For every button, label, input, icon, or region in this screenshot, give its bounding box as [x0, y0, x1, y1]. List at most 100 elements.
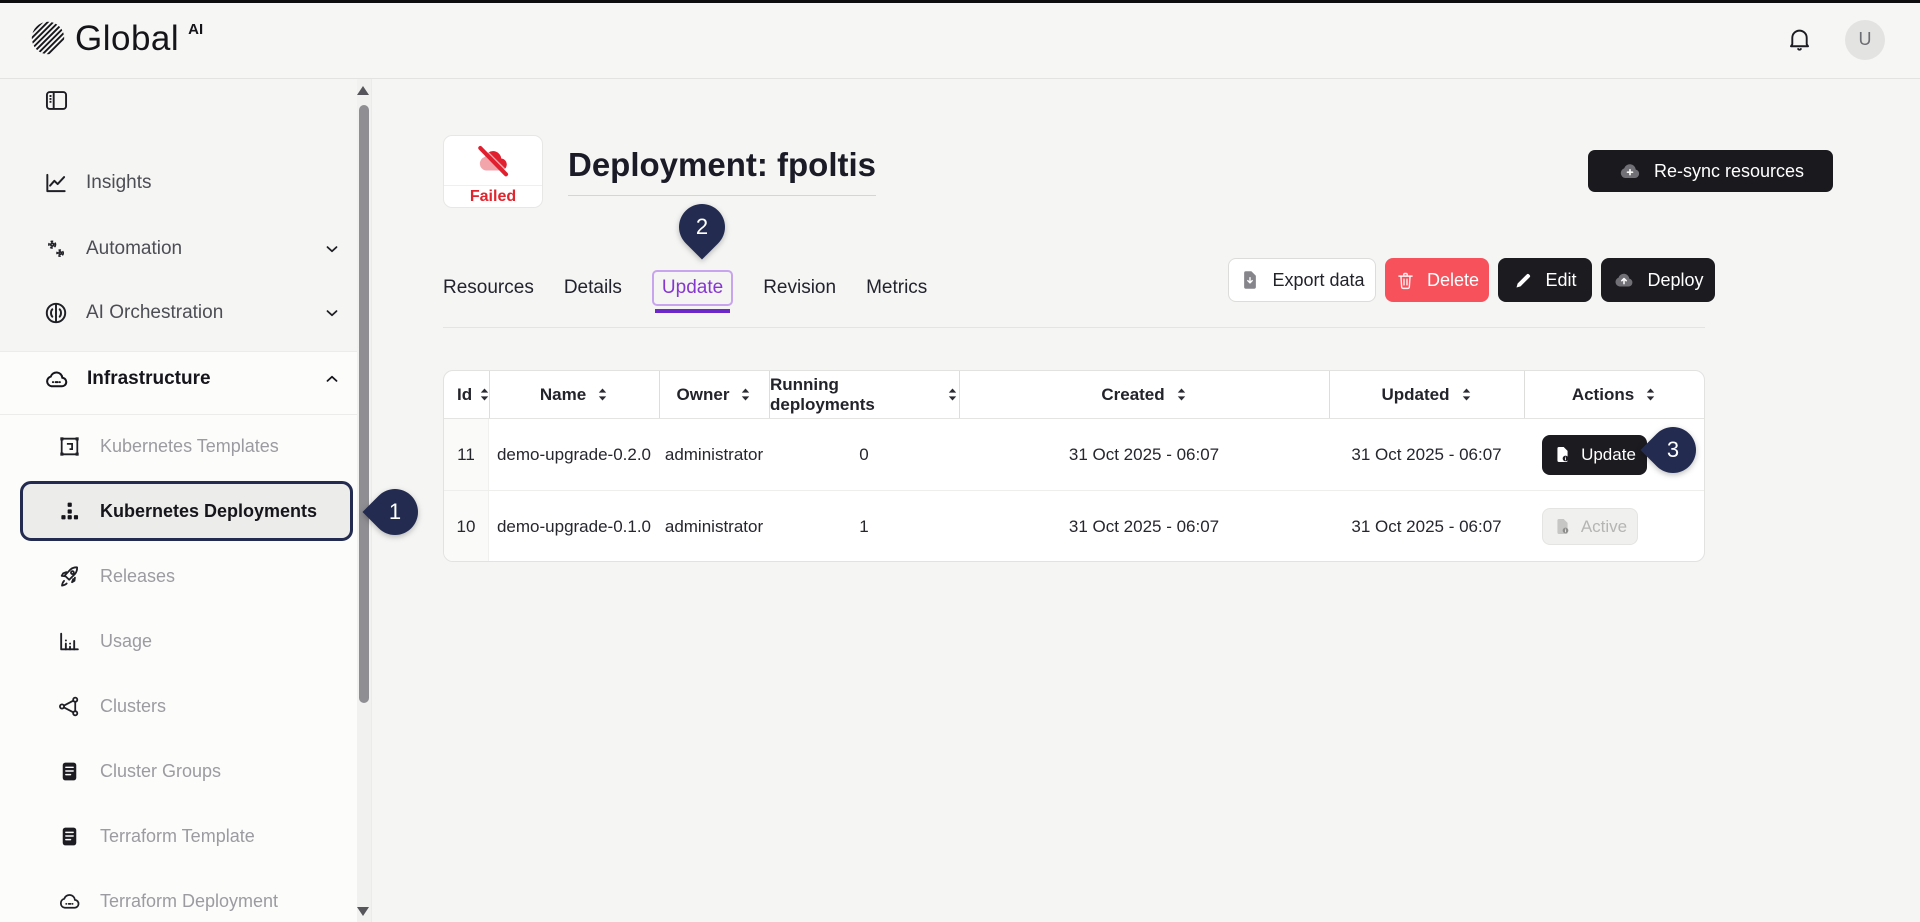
annotation-number: 1	[372, 489, 418, 535]
chevron-down-icon	[323, 304, 341, 322]
tab-update[interactable]: Update	[652, 270, 733, 306]
status-badge-label: Failed	[444, 186, 542, 207]
cell-created: 31 Oct 2025 - 06:07	[959, 517, 1329, 537]
column-header-owner[interactable]: Owner	[659, 371, 769, 418]
cloud-icon	[57, 889, 82, 914]
sidebar-item-label: Kubernetes Templates	[100, 436, 279, 457]
tab-details[interactable]: Details	[564, 277, 622, 299]
column-header-created[interactable]: Created	[959, 371, 1329, 418]
annotation-pin-3: 3	[1650, 427, 1696, 473]
sort-icon	[1460, 387, 1473, 402]
column-header-running-deployments[interactable]: Running deployments	[769, 371, 959, 418]
annotation-number: 2	[679, 204, 725, 250]
sidebar-item-label: Automation	[86, 238, 182, 260]
brand-name: Global	[75, 20, 179, 58]
tab-resources[interactable]: Resources	[443, 277, 534, 299]
cloud-off-icon	[444, 136, 542, 186]
page-actions: Export data Delete Edit	[1228, 258, 1715, 302]
cell-created: 31 Oct 2025 - 06:07	[959, 445, 1329, 465]
row-action-label: Update	[1581, 445, 1636, 465]
sidebar-item-kubernetes-templates[interactable]: Kubernetes Templates	[57, 426, 347, 466]
app-window: Global AI U	[0, 0, 1920, 922]
file-info-icon	[1553, 445, 1572, 464]
file-download-icon	[1239, 269, 1261, 291]
sidebar-item-label: Usage	[100, 631, 152, 652]
column-label: Id	[457, 385, 472, 405]
sidebar-item-terraform-template[interactable]: Terraform Template	[57, 816, 347, 856]
sidebar-item-usage[interactable]: Usage	[57, 621, 347, 661]
edit-button[interactable]: Edit	[1498, 258, 1592, 302]
sidebar-item-cluster-groups[interactable]: Cluster Groups	[57, 751, 347, 791]
resync-resources-button[interactable]: Re-sync resources	[1588, 150, 1833, 192]
clusters-icon	[57, 694, 82, 719]
sidebar-item-insights[interactable]: Insights	[43, 163, 341, 203]
sidebar-item-label: Releases	[100, 566, 175, 587]
table-row[interactable]: 10 demo-upgrade-0.1.0 administrator 1 31…	[444, 490, 1704, 561]
sidebar-item-label: Clusters	[100, 696, 166, 717]
sidebar-item-terraform-deployment[interactable]: Terraform Deployment	[57, 881, 347, 921]
gears-icon	[43, 236, 69, 262]
brand-suffix: AI	[188, 21, 203, 38]
trash-icon	[1395, 270, 1416, 291]
sidebar-item-releases[interactable]: Releases	[57, 556, 347, 596]
sidebar-item-automation[interactable]: Automation	[43, 229, 341, 269]
scrollbar-thumb[interactable]	[359, 105, 369, 703]
row-active-button: Active	[1542, 508, 1638, 545]
sidebar-item-kubernetes-deployments[interactable]: Kubernetes Deployments	[20, 481, 353, 541]
cell-updated: 31 Oct 2025 - 06:07	[1329, 517, 1524, 537]
file-info-icon	[1553, 517, 1572, 536]
sidebar-item-label: Kubernetes Deployments	[100, 501, 317, 522]
topbar-right: U	[1786, 0, 1885, 79]
tab-metrics[interactable]: Metrics	[866, 277, 927, 299]
cell-running-deployments: 0	[769, 445, 959, 465]
chevron-up-icon	[323, 370, 341, 388]
divider	[443, 327, 1705, 328]
scrollbar-up-arrow[interactable]	[357, 86, 369, 95]
delete-button[interactable]: Delete	[1385, 258, 1489, 302]
status-badge: Failed	[443, 135, 543, 208]
table-row[interactable]: 11 demo-upgrade-0.2.0 administrator 0 31…	[444, 419, 1704, 490]
tab-revision[interactable]: Revision	[763, 277, 836, 299]
top-bar: Global AI U	[0, 0, 1920, 79]
document-icon	[57, 759, 82, 784]
column-label: Name	[540, 385, 586, 405]
column-header-id[interactable]: Id	[444, 371, 489, 418]
user-avatar[interactable]: U	[1845, 20, 1885, 60]
column-header-actions[interactable]: Actions	[1524, 371, 1704, 418]
avatar-initial: U	[1859, 29, 1872, 50]
tab-bar: Resources Details Update Revision Metric…	[443, 265, 927, 311]
deployments-table: Id Name Owner Running deployments Create…	[443, 370, 1705, 562]
column-header-name[interactable]: Name	[489, 371, 659, 418]
export-data-button[interactable]: Export data	[1228, 258, 1376, 302]
deploy-button[interactable]: Deploy	[1601, 258, 1715, 302]
sidebar-item-clusters[interactable]: Clusters	[57, 686, 347, 726]
sort-icon	[1175, 387, 1188, 402]
cell-name: demo-upgrade-0.2.0	[489, 445, 659, 465]
column-header-updated[interactable]: Updated	[1329, 371, 1524, 418]
column-label: Owner	[677, 385, 730, 405]
brand-logo-icon	[30, 20, 66, 56]
edit-label: Edit	[1545, 270, 1576, 291]
sort-icon	[1644, 387, 1657, 402]
annotation-pin-2: 2	[679, 204, 725, 250]
deploy-label: Deploy	[1647, 270, 1703, 291]
sidebar-item-label: AI Orchestration	[86, 302, 223, 324]
sidebar-item-infrastructure[interactable]: Infrastructure	[43, 359, 341, 399]
sidebar-item-ai-orchestration[interactable]: AI Orchestration	[43, 293, 341, 333]
delete-label: Delete	[1427, 270, 1479, 291]
row-update-button[interactable]: Update	[1542, 435, 1647, 475]
scrollbar-down-arrow[interactable]	[357, 907, 369, 916]
sidebar-item-label: Cluster Groups	[100, 761, 221, 782]
bell-icon[interactable]	[1786, 26, 1813, 53]
sidebar-toggle-icon[interactable]	[43, 87, 71, 115]
brand-logo[interactable]: Global AI	[30, 20, 203, 58]
sidebar-scrollbar	[357, 79, 371, 922]
table-header-row: Id Name Owner Running deployments Create…	[444, 371, 1704, 419]
window-top-strip	[0, 0, 1920, 3]
insights-icon	[43, 170, 69, 196]
cell-updated: 31 Oct 2025 - 06:07	[1329, 445, 1524, 465]
rocket-icon	[57, 564, 82, 589]
sidebar: Insights Automation	[0, 79, 372, 922]
sort-icon	[596, 387, 609, 402]
brain-icon	[43, 300, 69, 326]
